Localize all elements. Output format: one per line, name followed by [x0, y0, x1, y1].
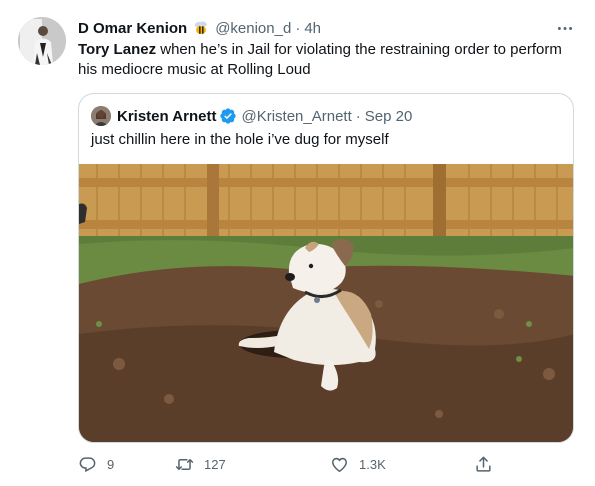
- quoted-tweet-text: just chillin here in the hole i’ve dug f…: [91, 131, 389, 148]
- retweet-count: 127: [204, 456, 226, 472]
- reply-icon: [79, 456, 96, 472]
- more-icon[interactable]: [552, 18, 578, 38]
- tweet-timestamp[interactable]: 4h: [304, 20, 321, 37]
- quoted-tweet-image[interactable]: [79, 164, 573, 442]
- heart-icon: [332, 457, 347, 472]
- tweet-card[interactable]: D Omar Kenion @kenion_d · 4h Tory Lanez …: [0, 0, 595, 486]
- bee-emoji-icon: [192, 19, 210, 37]
- verified-badge-icon: [219, 107, 237, 125]
- reply-button[interactable]: 9: [78, 452, 114, 476]
- tweet-actions: 9 127 1.3K: [78, 452, 578, 476]
- tweet-text: Tory Lanez when he’s in Jail for violati…: [78, 40, 578, 80]
- retweet-icon: [175, 458, 194, 470]
- dog-in-hole-photo: [79, 164, 573, 442]
- tweet-header: D Omar Kenion @kenion_d · 4h: [78, 18, 321, 38]
- quoted-tweet[interactable]: Kristen Arnett @Kristen_Arnett · Sep 20 …: [78, 93, 574, 443]
- quoted-author-handle: @Kristen_Arnett: [241, 107, 352, 125]
- header-separator: ·: [295, 19, 301, 37]
- reply-count: 9: [107, 456, 115, 472]
- author-avatar[interactable]: [18, 17, 66, 65]
- author-handle[interactable]: @kenion_d: [215, 20, 291, 37]
- quoted-header-separator: ·: [355, 107, 361, 125]
- quoted-author-name: Kristen Arnett: [117, 107, 217, 125]
- share-icon: [476, 456, 491, 472]
- author-name[interactable]: D Omar Kenion: [78, 20, 187, 37]
- like-button[interactable]: 1.3K: [330, 452, 386, 476]
- quoted-author-avatar: [91, 106, 111, 126]
- quoted-tweet-header: Kristen Arnett @Kristen_Arnett · Sep 20: [91, 106, 412, 126]
- share-button[interactable]: [474, 452, 493, 476]
- retweet-button[interactable]: 127: [175, 452, 226, 476]
- quoted-tweet-date: Sep 20: [364, 107, 413, 125]
- avatar-photo: [18, 17, 66, 65]
- like-count: 1.3K: [359, 456, 386, 472]
- tweet-text-bold: Tory Lanez: [78, 41, 157, 58]
